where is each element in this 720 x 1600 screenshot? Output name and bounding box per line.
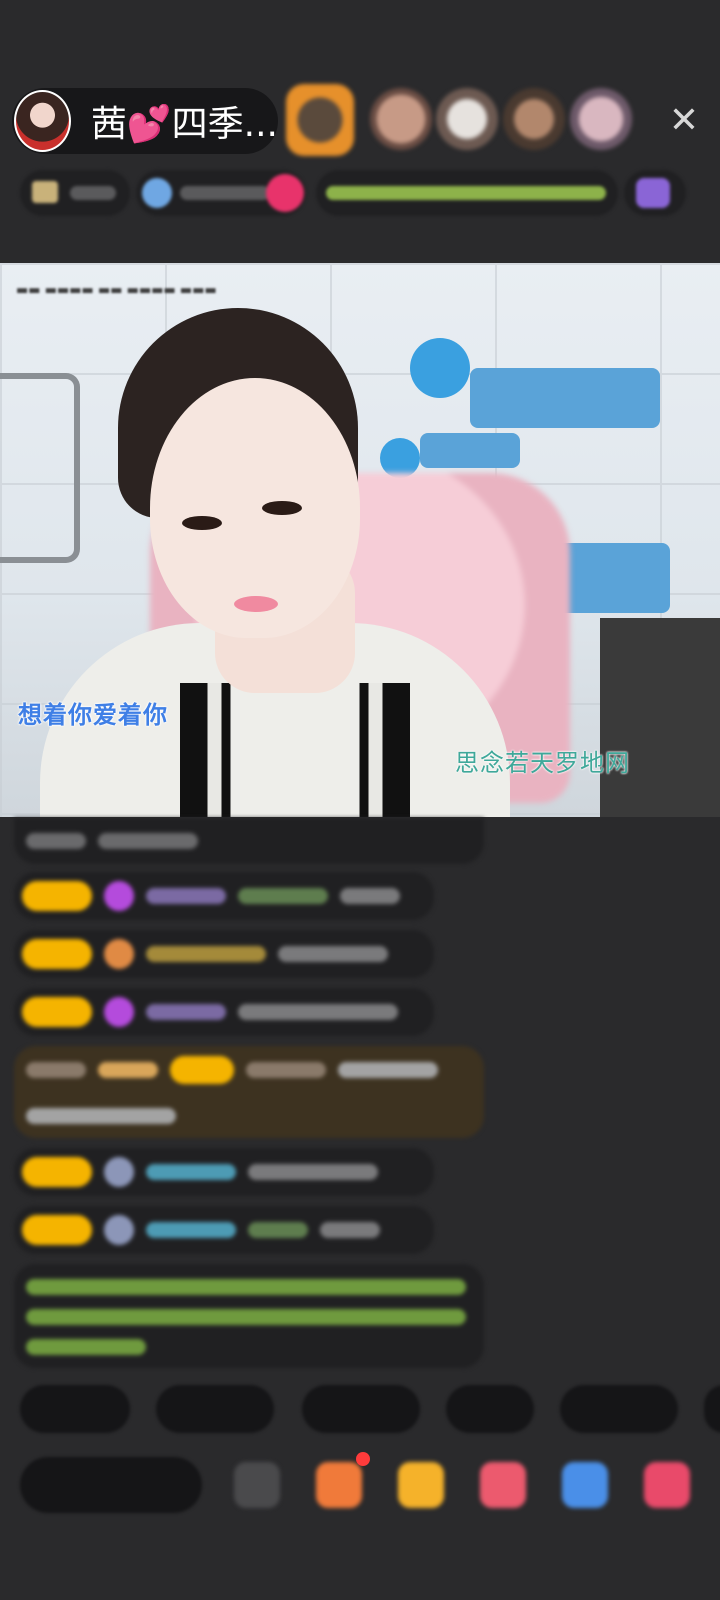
chat-message xyxy=(14,872,434,920)
gift-icon[interactable] xyxy=(644,1462,690,1508)
more-pill[interactable] xyxy=(624,170,686,216)
host-avatar[interactable] xyxy=(14,90,71,152)
live-video[interactable]: ▬▬ ▬▬▬▬ ▬▬ ▬▬▬▬ ▬▬▬ 想着你爱着你 思念若天罗地网 xyxy=(0,263,720,817)
quick-reply-button-5[interactable] xyxy=(560,1385,678,1433)
lyric-line-right: 思念若天罗地网 xyxy=(455,749,630,777)
like-icon[interactable] xyxy=(480,1462,526,1508)
viewer-avatar-4[interactable] xyxy=(503,88,565,150)
chat-input[interactable] xyxy=(20,1457,202,1513)
activity-pill[interactable] xyxy=(136,170,306,216)
viewer-avatar-3[interactable] xyxy=(436,88,498,150)
quick-reply-button-4[interactable] xyxy=(446,1385,534,1433)
quick-reply-button-1[interactable] xyxy=(20,1385,130,1433)
treasure-icon[interactable] xyxy=(398,1462,444,1508)
chat-message xyxy=(14,988,434,1036)
host-name: 茜💕四季... xyxy=(90,104,278,145)
hour-rank-pill[interactable] xyxy=(20,170,130,216)
close-icon[interactable]: ✕ xyxy=(664,100,704,141)
quick-reply-button-3[interactable] xyxy=(302,1385,420,1433)
viewer-avatar-5[interactable] xyxy=(570,88,632,150)
chat-message-highlight xyxy=(14,1046,484,1138)
host-info-pill[interactable]: 茜💕四季... xyxy=(12,88,278,154)
chat-message xyxy=(14,818,484,864)
lyric-line-left: 想着你爱着你 xyxy=(18,701,168,729)
rank-viewer-avatar-1[interactable] xyxy=(286,84,354,156)
gift-box-icon[interactable] xyxy=(316,1462,362,1508)
notification-dot xyxy=(356,1452,370,1466)
more-icon[interactable] xyxy=(234,1462,280,1508)
chat-message xyxy=(14,1148,434,1196)
notice-pill[interactable] xyxy=(316,170,618,216)
quick-reply-button-2[interactable] xyxy=(156,1385,274,1433)
chat-message xyxy=(14,1206,434,1254)
quick-reply-button-6[interactable] xyxy=(704,1385,720,1433)
song-tag: ▬▬ ▬▬▬▬ ▬▬ ▬▬▬▬ ▬▬▬ xyxy=(16,283,217,298)
viewer-avatar-2[interactable] xyxy=(370,88,432,150)
system-notice xyxy=(14,1264,484,1368)
chat-message xyxy=(14,930,434,978)
fan-club-icon[interactable] xyxy=(562,1462,608,1508)
